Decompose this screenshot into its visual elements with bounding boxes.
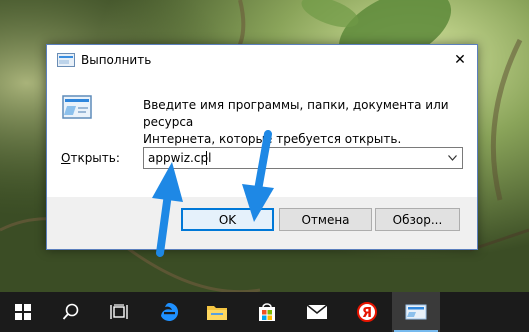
mail-icon [306, 304, 328, 319]
description-line-1: Введите имя программы, папки, документа … [143, 98, 449, 129]
dropdown-button[interactable] [444, 150, 460, 166]
run-app-icon [405, 304, 427, 320]
yandex-browser-button[interactable]: Я [344, 292, 390, 332]
dialog-body: Введите имя программы, папки, документа … [47, 75, 477, 197]
chevron-down-icon [447, 155, 457, 161]
title-bar[interactable]: Выполнить ✕ [47, 45, 477, 75]
run-dialog: Выполнить ✕ Введите имя программы, папки… [46, 44, 478, 250]
close-icon: ✕ [454, 52, 466, 68]
store-button[interactable] [244, 292, 290, 332]
browse-button[interactable]: Обзор... [375, 208, 460, 231]
yandex-letter: Я [362, 306, 372, 321]
open-combobox[interactable]: appwiz.cpl [143, 147, 463, 169]
file-explorer-button[interactable] [194, 292, 240, 332]
open-label-text: ткрыть: [70, 151, 120, 165]
windows-start-icon [15, 304, 31, 320]
store-icon [259, 303, 275, 321]
description-text: Введите имя программы, папки, документа … [143, 97, 468, 148]
search-button[interactable] [48, 292, 94, 332]
search-icon [62, 303, 79, 320]
run-program-icon [62, 95, 92, 119]
edge-button[interactable] [146, 292, 192, 332]
ok-button[interactable]: OK [181, 208, 274, 231]
open-label: Открыть: [61, 151, 120, 165]
run-icon [57, 53, 75, 67]
description-line-2: Интернета, которые требуется открыть. [143, 132, 402, 146]
text-caret [206, 151, 207, 165]
open-input[interactable]: appwiz.cpl [148, 151, 211, 165]
task-view-button[interactable] [96, 292, 142, 332]
window-title: Выполнить [81, 53, 152, 67]
taskbar: Я [0, 292, 529, 332]
close-button[interactable]: ✕ [443, 45, 477, 75]
file-explorer-icon [207, 306, 227, 320]
task-view-icon [110, 304, 128, 319]
mail-button[interactable] [294, 292, 340, 332]
run-taskbar-button[interactable] [392, 292, 440, 332]
start-button[interactable] [0, 292, 46, 332]
yandex-browser-icon: Я [357, 302, 377, 322]
cancel-button[interactable]: Отмена [279, 208, 372, 231]
edge-icon [161, 302, 179, 321]
